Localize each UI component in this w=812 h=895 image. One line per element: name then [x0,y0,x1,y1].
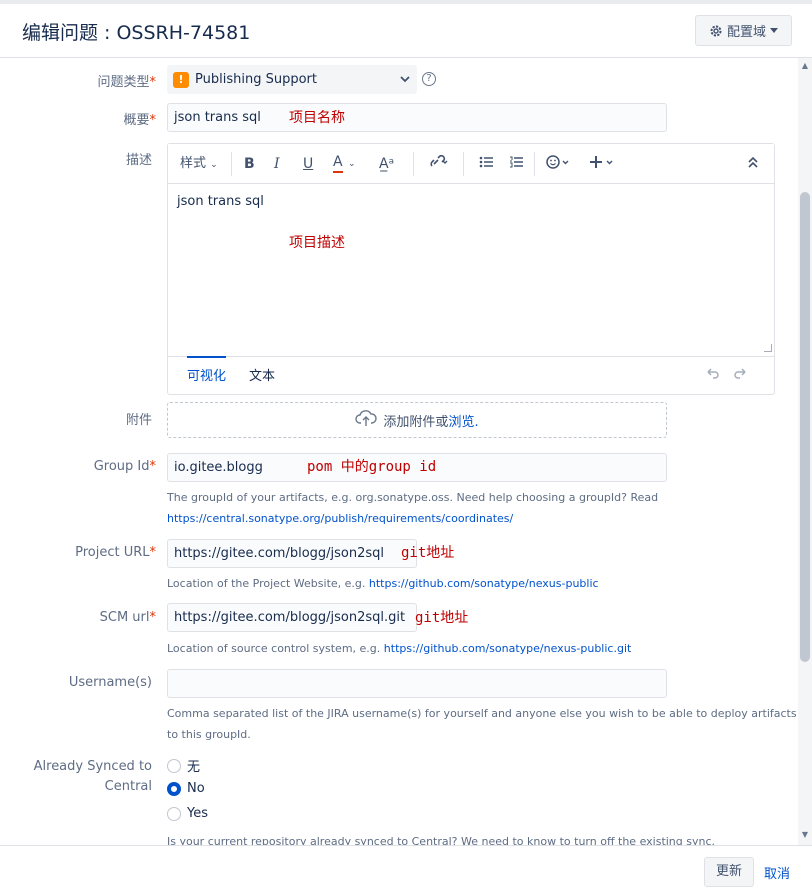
resize-handle[interactable] [764,344,772,352]
radio-button-selected[interactable] [167,781,181,796]
synced-help: Is your current repository already synce… [167,835,716,845]
undo-icon[interactable] [704,367,720,383]
project-url-label: Project URL* [75,545,156,560]
dialog-header: 编辑问题 : OSSRH-74581 配置域 [0,4,812,58]
update-button[interactable]: 更新 [704,857,754,887]
synced-option-none[interactable]: 无 [167,756,200,775]
usernames-label: Username(s) [68,675,152,690]
text-style-dropdown[interactable]: 样式 ⌄ [180,155,218,173]
scm-url-input[interactable]: https://gitee.com/blogg/json2sql.git [167,603,417,632]
italic-icon[interactable]: I [274,155,280,173]
cancel-link[interactable]: 取消 [764,863,790,882]
gear-icon [709,24,723,38]
group-id-help: The groupId of your artifacts, e.g. org.… [167,491,659,525]
caret-down-icon [770,27,778,34]
radio-button[interactable] [167,758,181,773]
scroll-down-icon[interactable]: ▼ [801,831,809,839]
chevron-down-icon [400,76,410,83]
attachment-dropzone[interactable]: 添加附件或 浏览. [167,402,667,438]
toolbar-separator [463,152,464,176]
description-annotation: 项目描述 [289,235,345,251]
editor-toolbar: 样式 ⌄ B I U A ⌄ A̲ᵃ [168,144,774,184]
usernames-help: Comma separated list of the JIRA usernam… [167,707,797,741]
browse-link[interactable]: 浏览. [448,411,478,430]
redo-icon[interactable] [733,367,749,383]
toolbar-separator [534,152,535,176]
edit-issue-form: 问题类型* ! Publishing Support ? 概要* json tr… [0,58,798,845]
scm-url-help: Location of source control system, e.g. … [167,642,632,655]
dialog-footer: 更新 取消 [0,845,812,895]
toolbar-separator [231,152,232,176]
attachment-drop-text: 添加附件或 [383,414,449,430]
issue-type-label: 问题类型* [97,75,156,90]
project-url-help: Location of the Project Website, e.g. ht… [167,577,599,590]
synced-option-no[interactable]: No [167,781,205,796]
configure-fields-button[interactable]: 配置域 [695,15,792,46]
issue-type-value: Publishing Support [195,72,317,87]
summary-label: 概要* [123,113,156,128]
underline-icon[interactable]: U [303,155,313,173]
project-url-input[interactable]: https://gitee.com/blogg/json2sql [167,539,417,568]
project-url-annotation: git地址 [401,545,455,561]
tab-visual[interactable]: 可视化 [187,356,227,384]
cloud-upload-icon [355,409,378,431]
numbered-list-icon[interactable] [509,155,523,173]
bold-icon[interactable]: B [244,155,255,173]
attachment-label: 附件 [125,413,152,428]
text-color-icon[interactable]: A [333,155,343,173]
group-id-annotation: pom 中的group id [307,459,437,475]
emoji-icon[interactable] [546,155,572,173]
editor-mode-tabs: 可视化 文本 [168,356,774,394]
scm-url-help-link[interactable]: https://github.com/sonatype/nexus-public… [384,642,632,655]
more-formatting-icon[interactable]: A̲ᵃ [379,155,394,173]
group-id-label: Group Id* [93,459,156,474]
tab-text[interactable]: 文本 [249,365,275,384]
insert-more-icon[interactable] [589,155,617,173]
bullet-list-icon[interactable] [479,155,493,173]
synced-option-yes[interactable]: Yes [167,806,208,821]
radio-button[interactable] [167,806,181,821]
toolbar-separator [413,152,414,176]
project-url-help-link[interactable]: https://github.com/sonatype/nexus-public [369,577,599,590]
collapse-toolbar-icon[interactable] [747,155,759,173]
synced-label: Already Synced to Central [33,759,152,794]
configure-fields-label: 配置域 [726,25,766,40]
usernames-input[interactable] [167,669,667,698]
scrollbar-thumb[interactable] [800,192,810,662]
description-editor[interactable]: 样式 ⌄ B I U A ⌄ A̲ᵃ json trans sql 项目描述 可… [167,143,775,395]
group-id-help-link[interactable]: https://central.sonatype.org/publish/req… [167,512,513,525]
text-color-chevron-icon[interactable]: ⌄ [348,155,356,173]
scm-url-annotation: git地址 [415,610,469,626]
summary-input[interactable]: json trans sql [167,103,667,132]
description-content[interactable]: json trans sql [177,194,264,209]
scm-url-label: SCM url* [99,610,156,625]
help-icon[interactable]: ? [422,72,436,86]
dialog-title: 编辑问题 : OSSRH-74581 [22,22,251,44]
issue-type-select[interactable]: ! Publishing Support [167,65,417,94]
description-label: 描述 [125,153,152,168]
summary-annotation: 项目名称 [289,110,345,126]
scroll-up-icon[interactable]: ▲ [801,62,809,70]
link-icon[interactable] [428,154,448,173]
warning-icon: ! [173,71,189,88]
